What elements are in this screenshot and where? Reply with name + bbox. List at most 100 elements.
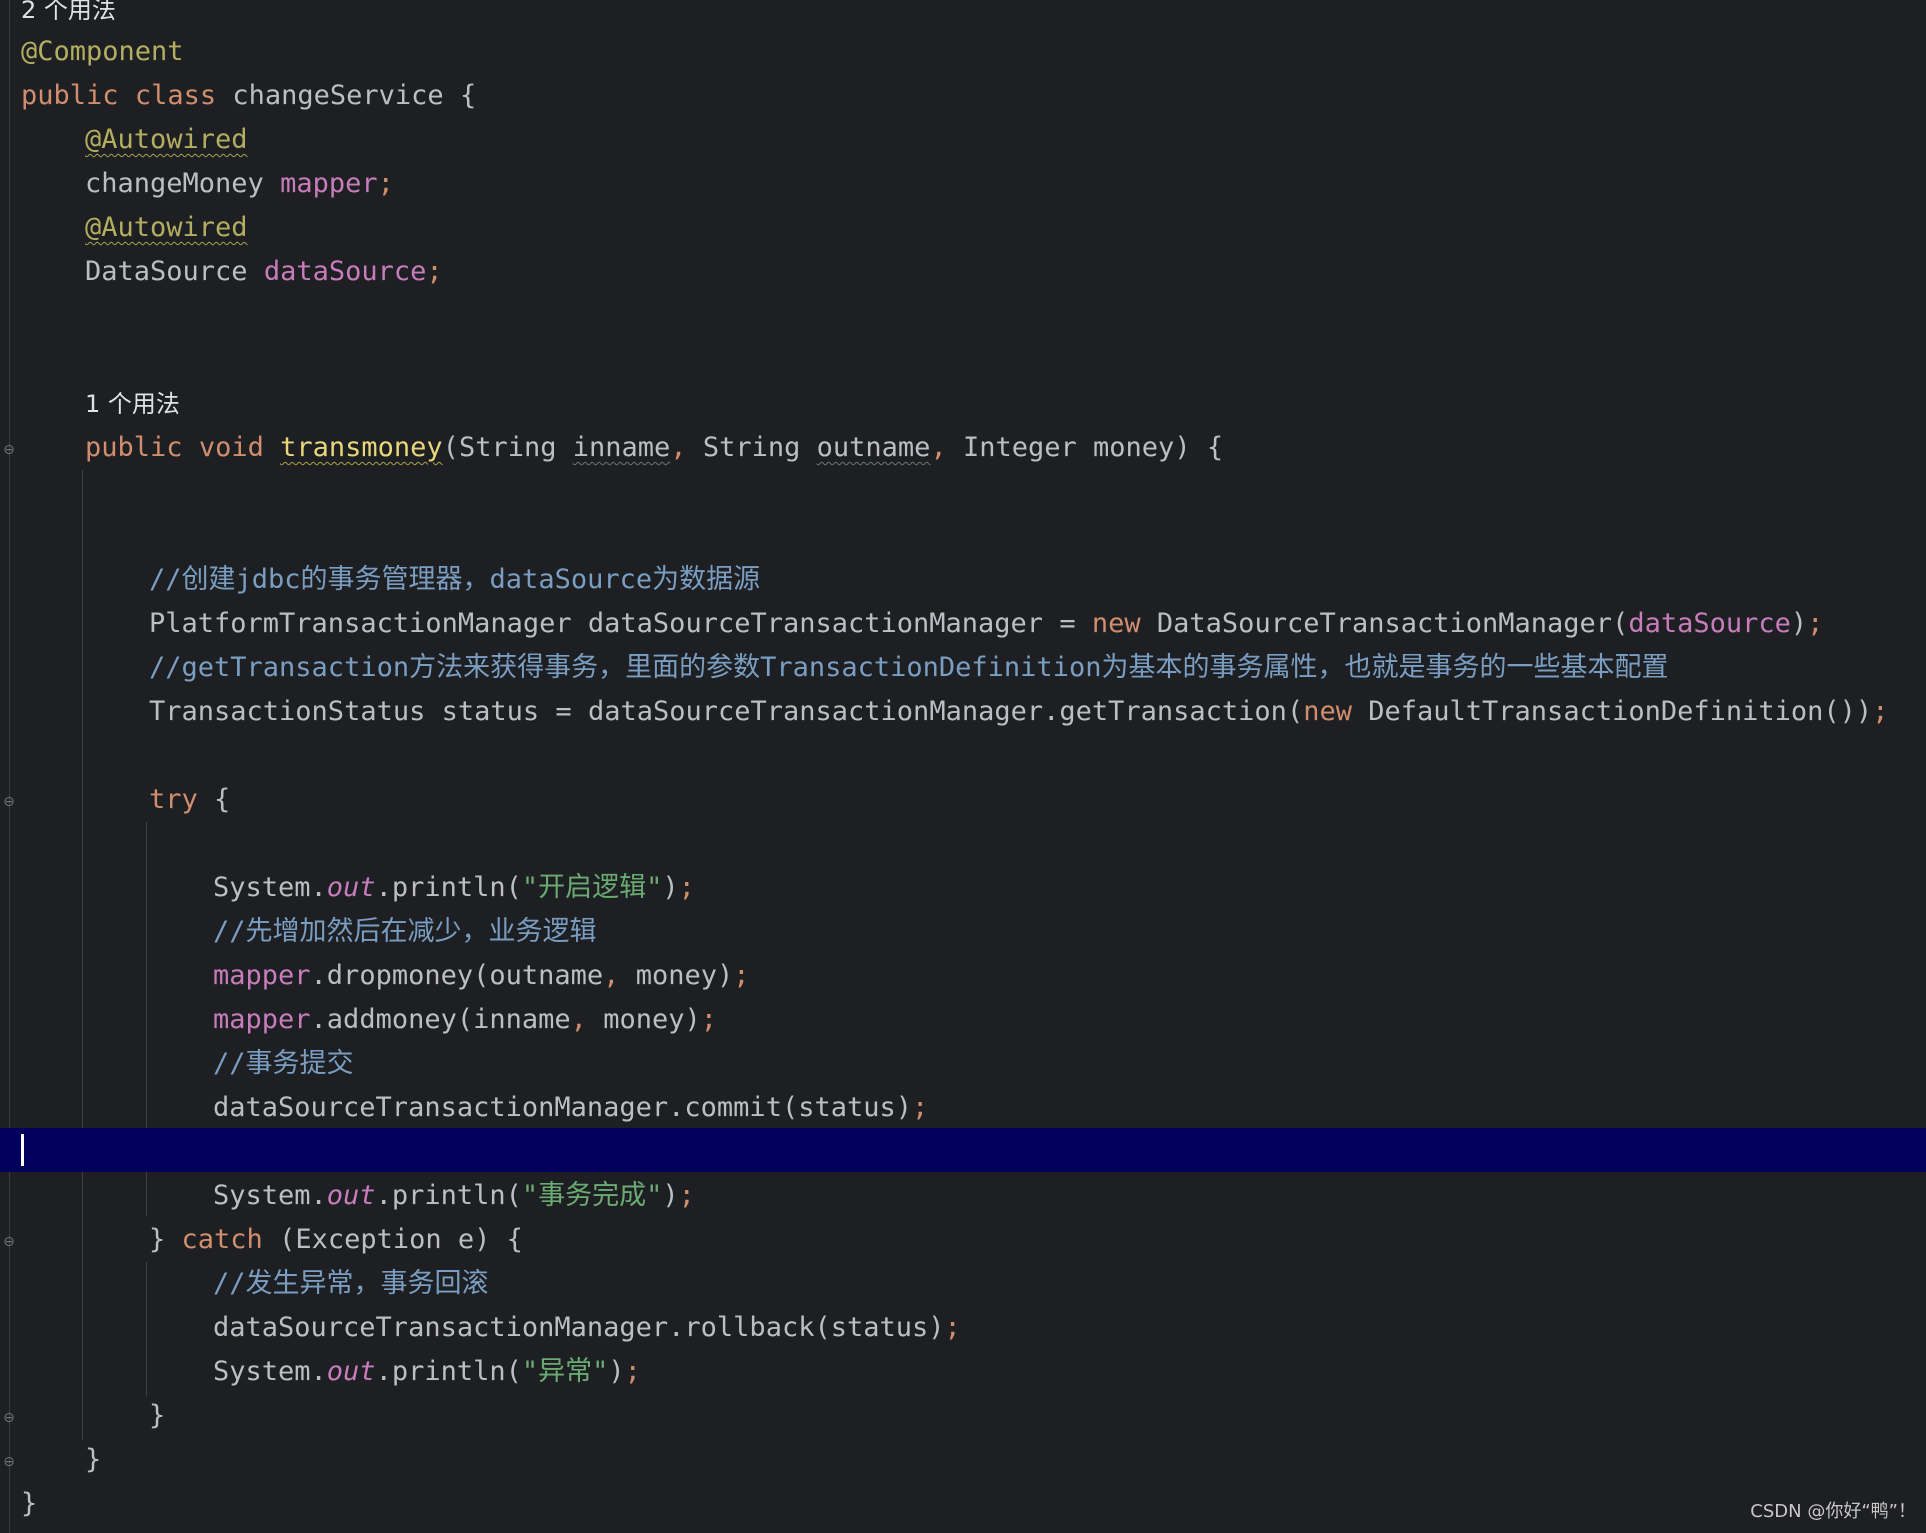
type-name: changeMoney [85, 168, 264, 199]
type-name: DataSource [85, 256, 248, 287]
keyword: void [198, 432, 264, 463]
code-line[interactable]: } [21, 1482, 37, 1526]
param-name: outname [489, 960, 604, 991]
param-name: money [635, 960, 717, 991]
catch-args: (Exception e) [279, 1224, 491, 1255]
code-line[interactable]: //创建jdbc的事务管理器，dataSource为数据源 [149, 558, 760, 602]
code-line[interactable]: mapper.dropmoney(outname, money); [213, 954, 750, 998]
fold-marker-icon[interactable]: ⊖ [2, 1411, 16, 1425]
code-line[interactable]: DataSource dataSource; [85, 250, 443, 294]
semicolon: ; [678, 1180, 695, 1211]
code-line[interactable]: public class changeService { [21, 74, 476, 118]
code-line[interactable]: //发生异常，事务回滚 [213, 1262, 489, 1306]
class-name: changeService [232, 80, 444, 111]
paren: ) [608, 1356, 625, 1387]
semicolon: ; [700, 1004, 717, 1035]
class-ref: System. [213, 872, 327, 903]
brace: } [21, 1488, 38, 1519]
code-line[interactable]: } [85, 1438, 101, 1482]
comment: 方法来获得事务，里面的参数 [409, 652, 761, 683]
static-field: out [326, 872, 376, 903]
static-field: out [326, 1180, 376, 1211]
code-line[interactable]: try { [149, 778, 230, 822]
semicolon: ; [624, 1356, 641, 1387]
type-name: Integer [962, 432, 1077, 463]
annotation: @Component [21, 36, 184, 67]
variable: status [441, 696, 540, 727]
semicolon: ; [733, 960, 750, 991]
watermark: CSDN @你好“鸭”！ [1750, 1501, 1916, 1522]
code-line[interactable]: TransactionStatus status = dataSourceTra… [149, 690, 1888, 734]
usage-hint-text: 1 个用法 [85, 390, 180, 418]
comment: //先增加然后在减少，业务逻辑 [213, 916, 597, 947]
method-call: .dropmoney( [310, 960, 490, 991]
class-ref: System. [213, 1356, 327, 1387]
semicolon: ; [1872, 696, 1889, 727]
method-call: .commit(status) [668, 1092, 912, 1123]
code-line[interactable]: PlatformTransactionManager dataSourceTra… [149, 602, 1823, 646]
brace: { [506, 1224, 523, 1255]
code-line[interactable]: } catch (Exception e) { [149, 1218, 523, 1262]
gutter-border [9, 0, 10, 1533]
keyword: new [1091, 608, 1141, 639]
string-literal: "事务完成" [521, 1180, 663, 1211]
param-name: inname [572, 432, 671, 463]
brace: { [1206, 432, 1224, 463]
keyword: try [149, 784, 198, 815]
paren: ) [684, 1004, 701, 1035]
indent-guide [146, 1262, 147, 1396]
comment: //创建jdbc的事务管理器， [149, 564, 490, 595]
method-call: .println( [375, 1180, 522, 1211]
brace: } [85, 1444, 102, 1475]
code-line[interactable]: } [149, 1394, 165, 1438]
fold-marker-icon[interactable]: ⊖ [2, 1455, 16, 1469]
code-line[interactable]: dataSourceTransactionManager.commit(stat… [213, 1086, 928, 1130]
variable: dataSourceTransactionManager [587, 696, 1044, 727]
usage-hint[interactable]: 1 个用法 [85, 382, 180, 426]
method-call: .println( [375, 872, 522, 903]
code-line[interactable]: changeMoney mapper; [85, 162, 394, 206]
comment: //事务提交 [213, 1048, 354, 1079]
semicolon: ; [678, 872, 695, 903]
code-line[interactable]: //getTransaction方法来获得事务，里面的参数Transaction… [149, 646, 1668, 690]
field-name: dataSource [1628, 608, 1791, 639]
code-editor[interactable]: ⊖ ⊖ ⊖ ⊖ ⊖ 2 个用法 @Component public class … [0, 0, 1926, 1533]
code-line[interactable]: //先增加然后在减少，业务逻辑 [213, 910, 597, 954]
fold-marker-icon[interactable]: ⊖ [2, 1235, 16, 1249]
paren: ) [662, 872, 679, 903]
fold-marker-icon[interactable]: ⊖ [2, 795, 16, 809]
code-line[interactable]: @Autowired [85, 206, 248, 250]
code-line[interactable]: @Component [21, 30, 184, 74]
comment: //发生异常，事务回滚 [213, 1268, 489, 1299]
code-line[interactable]: mapper.addmoney(inname, money); [213, 998, 717, 1042]
string-literal: "开启逻辑" [521, 872, 663, 903]
code-line[interactable]: System.out.println("异常"); [213, 1350, 641, 1394]
method-name: transmoney [280, 432, 443, 463]
code-line[interactable]: System.out.println("事务完成"); [213, 1174, 695, 1218]
brace: } [149, 1400, 166, 1431]
keyword: public [85, 432, 183, 463]
semicolon: ; [912, 1092, 929, 1123]
field-name: dataSource [263, 256, 427, 287]
keyword: new [1303, 696, 1352, 727]
code-line[interactable]: dataSourceTransactionManager.rollback(st… [213, 1306, 961, 1350]
code-line[interactable]: @Autowired [85, 118, 248, 162]
paren: ( [1612, 608, 1629, 639]
paren: ) [1790, 608, 1808, 639]
semicolon: ; [426, 256, 443, 287]
annotation: @Autowired [85, 212, 248, 243]
annotation: @Autowired [85, 124, 248, 155]
comment: //getTransaction [149, 652, 410, 683]
operator: = [555, 696, 572, 727]
fold-marker-icon[interactable]: ⊖ [2, 443, 16, 457]
type-name: DefaultTransactionDefinition [1368, 696, 1824, 727]
paren: ) [662, 1180, 679, 1211]
code-line[interactable]: //事务提交 [213, 1042, 354, 1086]
paren: ) [1174, 432, 1191, 463]
usage-hint-text: 2 个用法 [21, 0, 116, 24]
code-line[interactable]: public void transmoney(String inname, St… [85, 426, 1223, 470]
param-name: inname [473, 1004, 571, 1035]
text-caret [21, 1134, 24, 1166]
usage-hint[interactable]: 2 个用法 [21, 0, 116, 32]
code-line[interactable]: System.out.println("开启逻辑"); [213, 866, 695, 910]
